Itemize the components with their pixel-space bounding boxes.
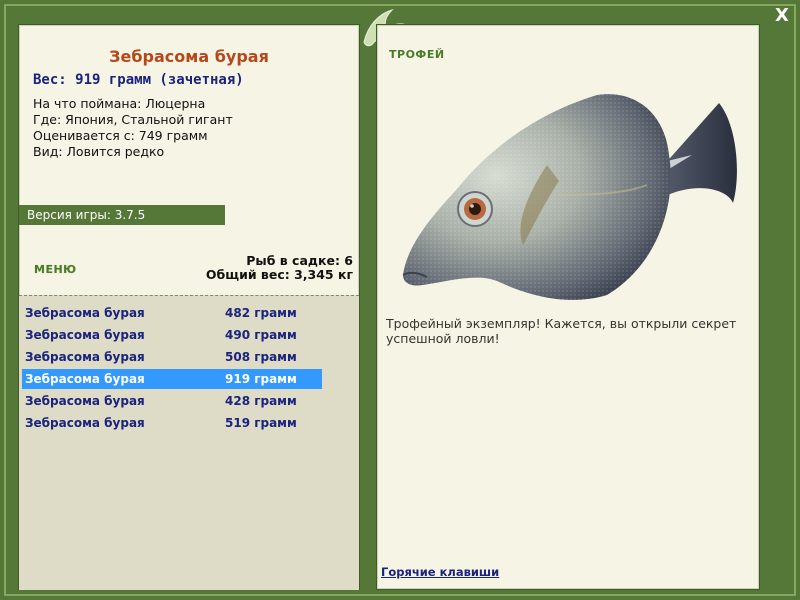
trophy-label: ТРОФЕЙ — [389, 48, 445, 61]
fish-list-item[interactable]: Зебрасома бурая 482 грамм — [22, 303, 322, 323]
fish-list-item-name: Зебрасома бурая — [25, 350, 145, 364]
keepnet-fish-count: Рыб в садке: 6 — [246, 253, 353, 268]
caught-on-line: На что поймана: Люцерна — [33, 96, 206, 111]
fish-list-item-name: Зебрасома бурая — [25, 394, 145, 408]
fish-weight-line: Вес: 919 грамм (зачетная) — [33, 72, 244, 88]
species-rarity-line: Вид: Ловится редко — [33, 144, 165, 159]
fish-name-title: Зебрасома бурая — [109, 47, 269, 66]
fish-list-item[interactable]: Зебрасома бурая 519 грамм — [22, 413, 322, 433]
trophy-description: Трофейный экземпляр! Кажется, вы открыли… — [386, 316, 737, 346]
fish-list-item-name: Зебрасома бурая — [25, 328, 145, 342]
fish-list-item-name: Зебрасома бурая — [25, 416, 145, 430]
fish-list-item[interactable]: Зебрасома бурая 428 грамм — [22, 391, 322, 411]
fish-list-item-weight: 428 грамм — [225, 394, 297, 408]
hotkeys-link[interactable]: Горячие клавиши — [381, 565, 499, 579]
fish-list-item-name: Зебрасома бурая — [25, 372, 145, 386]
fish-image — [402, 94, 737, 300]
fish-list-item-name: Зебрасома бурая — [25, 306, 145, 320]
game-window-frame: X Зебрасома бурая Вес: 919 грамм (зачетн… — [0, 0, 800, 600]
fish-list-item-weight: 508 грамм — [225, 350, 297, 364]
location-line: Где: Япония, Стальной гигант — [33, 112, 233, 127]
fish-list-item-weight: 919 грамм — [225, 372, 297, 386]
menu-button[interactable]: МЕНЮ — [34, 263, 77, 276]
keepnet-fish-list: Зебрасома бурая 482 грамм Зебрасома бура… — [19, 295, 359, 590]
fish-list-item-weight: 519 грамм — [225, 416, 297, 430]
fish-list-item[interactable]: Зебрасома бурая 490 грамм — [22, 325, 322, 345]
fish-info-panel: Зебрасома бурая Вес: 919 грамм (зачетная… — [18, 24, 360, 590]
trophy-panel: ТРОФЕЙ Трофейный экземпляр! Кажется, вы … — [376, 24, 760, 590]
keepnet-total-weight: Общий вес: 3,345 кг — [205, 267, 353, 282]
valued-from-line: Оценивается с: 749 грамм — [33, 128, 208, 143]
fish-list-item[interactable]: Зебрасома бурая 508 грамм — [22, 347, 322, 367]
fish-list-item-selected[interactable]: Зебрасома бурая 919 грамм — [22, 369, 322, 389]
close-button[interactable]: X — [772, 6, 792, 26]
fish-list-item-weight: 482 грамм — [225, 306, 297, 320]
fish-list-item-weight: 490 грамм — [225, 328, 297, 342]
game-version-bar: Версия игры: 3.7.5 — [19, 205, 225, 225]
